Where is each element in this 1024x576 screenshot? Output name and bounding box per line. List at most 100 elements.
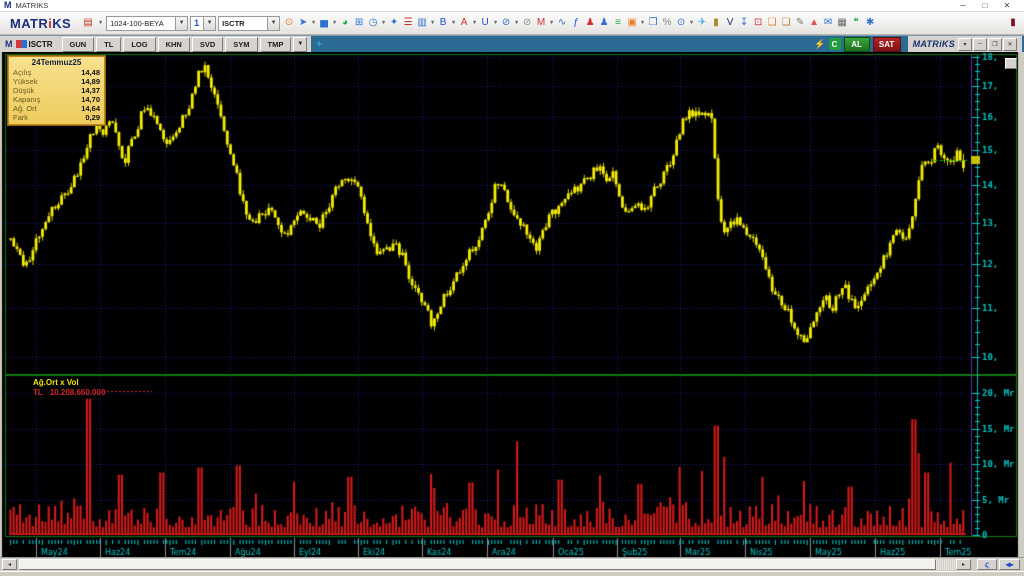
chart-menu-khn[interactable]: KHN xyxy=(157,36,190,52)
info-row-yksek: Yüksek 14,89 xyxy=(13,77,100,86)
portfolio-icon[interactable]: ▣ xyxy=(625,13,639,33)
chevron-down-icon[interactable]: ▼ xyxy=(175,16,188,30)
font-color-icon[interactable]: A xyxy=(457,13,471,33)
chart-window-titlebar: M ISCTR GUN TL LOG KHN SVD SYM TMP ▼ ✈ ⚡ C AL … xyxy=(0,35,1024,52)
matriks-tv-icon[interactable]: M xyxy=(534,13,548,33)
traffic-light-icon[interactable]: ≡ xyxy=(611,13,625,33)
users-icon[interactable]: ♟ xyxy=(597,13,611,33)
twitter-icon[interactable]: ✈ xyxy=(695,13,709,33)
info-box-date: 24Temmuz25 xyxy=(31,58,82,67)
close-chart-button[interactable]: ✕ xyxy=(1003,37,1017,51)
search-icon[interactable]: ⊙ xyxy=(674,13,688,33)
minimize-chart-button[interactable]: ─ xyxy=(973,37,987,51)
chart-export-icon[interactable]: ↧ xyxy=(737,13,751,33)
time-sales-icon[interactable]: ◷ xyxy=(366,13,380,33)
chevron-down-icon[interactable]: ▼ xyxy=(203,16,216,30)
ratio-icon[interactable]: % xyxy=(660,13,674,33)
chart-type-icon[interactable]: ▅ xyxy=(317,13,331,33)
c-button[interactable]: C xyxy=(828,38,841,50)
underline-icon[interactable]: U xyxy=(478,13,492,33)
chart-menu-tl[interactable]: TL xyxy=(96,36,122,52)
line-chart-icon[interactable]: ∿ xyxy=(555,13,569,33)
chevron-down-icon[interactable]: ▼ xyxy=(267,16,280,30)
chart-menu-sym[interactable]: SYM xyxy=(225,36,258,52)
volume-value: 10.208.660.000 xyxy=(49,388,106,397)
mail-icon[interactable]: ✉ xyxy=(821,13,835,33)
buy-button[interactable]: AL xyxy=(843,36,870,52)
settings-icon[interactable]: ✱ xyxy=(863,13,877,33)
bold-icon[interactable]: B xyxy=(436,13,450,33)
scroll-track[interactable] xyxy=(936,559,956,570)
v-icon[interactable]: V xyxy=(723,13,737,33)
info-row-fark: Fark 0,29 xyxy=(13,113,100,122)
user-icon[interactable]: ♟ xyxy=(583,13,597,33)
window-controls: ─ □ ✕ xyxy=(952,1,1018,10)
chart-menu-log[interactable]: LOG xyxy=(123,36,156,52)
pointer-icon-dropdown[interactable]: ▼ xyxy=(310,20,317,26)
matriks-logo-button[interactable]: ς xyxy=(977,559,997,570)
scroll-thumb[interactable] xyxy=(19,559,936,570)
clear-icon[interactable]: ⊘ xyxy=(520,13,534,33)
page-value: 1 xyxy=(194,18,200,28)
layout-icon[interactable]: ❏ xyxy=(779,13,793,33)
search-icon-dropdown[interactable]: ▼ xyxy=(688,20,695,26)
notebook-icon[interactable]: ▮ xyxy=(709,13,723,33)
portfolio-icon-dropdown[interactable]: ▼ xyxy=(639,20,646,26)
underline-icon-dropdown[interactable]: ▼ xyxy=(492,20,499,26)
volume-currency-label: TL xyxy=(33,388,43,397)
time-sales-icon-dropdown[interactable]: ▼ xyxy=(380,20,387,26)
pane-settings-button[interactable] xyxy=(1005,58,1017,69)
copy-icon[interactable]: ❐ xyxy=(646,13,660,33)
save-icon[interactable]: ▤ xyxy=(81,13,95,33)
zoom-icon[interactable]: ⊙ xyxy=(282,13,296,33)
ledger-icon[interactable]: ▥ xyxy=(415,13,429,33)
chart-menu-tmp[interactable]: TMP xyxy=(259,36,292,52)
maximize-button[interactable]: □ xyxy=(974,1,996,10)
window-bottom-border xyxy=(0,571,1024,576)
scroll-left-button[interactable]: ◂ xyxy=(2,559,17,570)
no-overlay-icon[interactable]: ⊘ xyxy=(499,13,513,33)
alarm-icon[interactable]: ▲ xyxy=(807,13,821,33)
bar-navigation-button[interactable]: ◂▸ xyxy=(999,559,1020,570)
chart-window-actions: ⚡ C AL SAT MATRiKS ▾ ─ ❐ ✕ xyxy=(814,36,1024,52)
quote-screen-icon[interactable]: ⊞ xyxy=(352,13,366,33)
flash-order-icon[interactable]: ⚡ xyxy=(814,39,825,50)
market-overview-icon[interactable]: ✦ xyxy=(387,13,401,33)
minimize-button[interactable]: ─ xyxy=(952,1,974,10)
chart-menu-gun[interactable]: GUN xyxy=(61,36,95,52)
pointer-icon[interactable]: ➤ xyxy=(296,13,310,33)
chart-symbol-label: ISCTR xyxy=(28,39,53,49)
page-select[interactable]: 1 ▼ xyxy=(190,15,217,31)
calculator-icon[interactable]: ▦ xyxy=(835,13,849,33)
chart-type-icon-dropdown[interactable]: ▼ xyxy=(331,20,338,26)
twitter-icon[interactable]: ✈ xyxy=(315,39,323,50)
no-overlay-icon-dropdown[interactable]: ▼ xyxy=(513,20,520,26)
scroll-right-button[interactable]: ▸ xyxy=(956,559,971,570)
depth-icon[interactable]: ☰ xyxy=(401,13,415,33)
chat-icon[interactable]: ❝ xyxy=(849,13,863,33)
function-icon[interactable]: ƒ xyxy=(569,13,583,33)
bold-icon-dropdown[interactable]: ▼ xyxy=(450,20,457,26)
restore-chart-button[interactable]: ❐ xyxy=(988,37,1002,51)
toolbar-icons: ⊙ ➤ ▼ ▅ ▼ ◕ ⊞ ◷ ▼ ✦ ☰ ▥ ▼ B ▼ A ▼ U ▼ ⊘ ▼ ⊘ M ▼ ∿ ƒ ♟ ♟ ≡ ▣ ▼ ❐% ⊙ ▼ ✈ ▮ V ↧ ⊡… xyxy=(282,13,877,33)
chart-menu-dropdown-icon[interactable]: ▼ xyxy=(293,36,308,52)
ledger-icon-dropdown[interactable]: ▼ xyxy=(429,20,436,26)
font-color-icon-dropdown[interactable]: ▼ xyxy=(471,20,478,26)
close-button[interactable]: ✕ xyxy=(996,1,1018,10)
symbol-input[interactable]: ISCTR ▼ xyxy=(218,15,281,31)
screen-share-icon[interactable]: ⊡ xyxy=(751,13,765,33)
pie-chart-icon[interactable]: ◕ xyxy=(338,13,352,33)
new-window-icon[interactable]: ❏ xyxy=(765,13,779,33)
matriks-tv-icon-dropdown[interactable]: ▼ xyxy=(548,20,555,26)
pin-button[interactable]: ▾ xyxy=(958,37,972,51)
chart-canvas[interactable] xyxy=(0,52,1024,557)
sell-button[interactable]: SAT xyxy=(872,36,901,52)
edge-icon[interactable]: ▮ xyxy=(1006,13,1020,33)
workspace-select[interactable]: 1024-100-BEYA ▼ xyxy=(106,15,189,31)
info-row-al: Açılış 14,48 xyxy=(13,68,100,77)
chart-menu-svd[interactable]: SVD xyxy=(191,36,224,52)
draw-icon[interactable]: ✎ xyxy=(793,13,807,33)
chart-menu-buttons: GUN TL LOG KHN SVD SYM TMP xyxy=(61,36,293,52)
symbol-value: ISCTR xyxy=(222,18,245,28)
save-dropdown-icon[interactable]: ▼ xyxy=(97,20,104,26)
